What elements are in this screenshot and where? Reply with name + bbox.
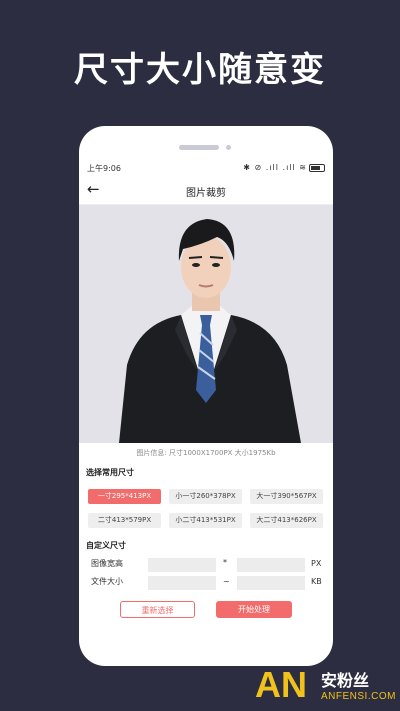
nav-bar: ← 图片裁剪	[79, 178, 333, 205]
size-option-small-2inch[interactable]: 小二寸413*531PX	[169, 513, 242, 528]
size-option-large-1inch[interactable]: 大一寸390*567PX	[250, 489, 323, 504]
dimension-separator: *	[223, 558, 227, 567]
height-input[interactable]	[237, 558, 305, 572]
logo-en-text: ANFENSI.COM	[321, 691, 396, 702]
watermark-logo: AN 安粉丝 ANFENSI.COM	[255, 663, 400, 711]
status-time: 上午9:06	[87, 164, 121, 173]
page-title: 图片裁剪	[186, 188, 226, 199]
dimension-label: 图像宽高	[91, 559, 123, 568]
width-input[interactable]	[148, 558, 216, 572]
start-processing-button[interactable]: 开始处理	[216, 601, 292, 618]
size-option-2inch[interactable]: 二寸413*579PX	[88, 513, 161, 528]
filesize-separator: ~	[223, 577, 230, 586]
reselect-button[interactable]: 重新选择	[120, 601, 195, 618]
logo-cn-text: 安粉丝	[321, 671, 370, 690]
filesize-label: 文件大小	[91, 577, 123, 586]
filesize-min-input[interactable]	[148, 576, 216, 590]
size-option-small-1inch[interactable]: 小一寸260*378PX	[169, 489, 242, 504]
dimension-unit: PX	[311, 559, 322, 568]
filesize-unit: KB	[311, 577, 322, 586]
common-size-title: 选择常用尺寸	[86, 468, 134, 477]
custom-size-title: 自定义尺寸	[86, 541, 126, 550]
filesize-max-input[interactable]	[237, 576, 305, 590]
signal-icons: ✱ ⊘ .ıll .ıll ≋	[243, 163, 307, 172]
status-bar: 上午9:06 ✱ ⊘ .ıll .ıll ≋	[79, 160, 333, 176]
phone-camera	[226, 145, 231, 150]
logo-mark: AN	[255, 664, 307, 705]
size-option-1inch[interactable]: 一寸295*413PX	[88, 489, 161, 504]
portrait-photo	[79, 205, 333, 443]
status-icons: ✱ ⊘ .ıll .ıll ≋	[243, 163, 325, 172]
phone-frame: 上午9:06 ✱ ⊘ .ıll .ıll ≋ ← 图片裁剪 图片信息: 尺寸10…	[79, 126, 333, 666]
image-info: 图片信息: 尺寸1000X1700PX 大小1975Kb	[136, 449, 276, 457]
battery-icon	[309, 163, 325, 172]
portrait-illustration	[119, 219, 301, 443]
size-option-large-2inch[interactable]: 大二寸413*626PX	[250, 513, 323, 528]
promo-headline: 尺寸大小随意变	[74, 50, 326, 90]
phone-speaker	[179, 145, 219, 150]
